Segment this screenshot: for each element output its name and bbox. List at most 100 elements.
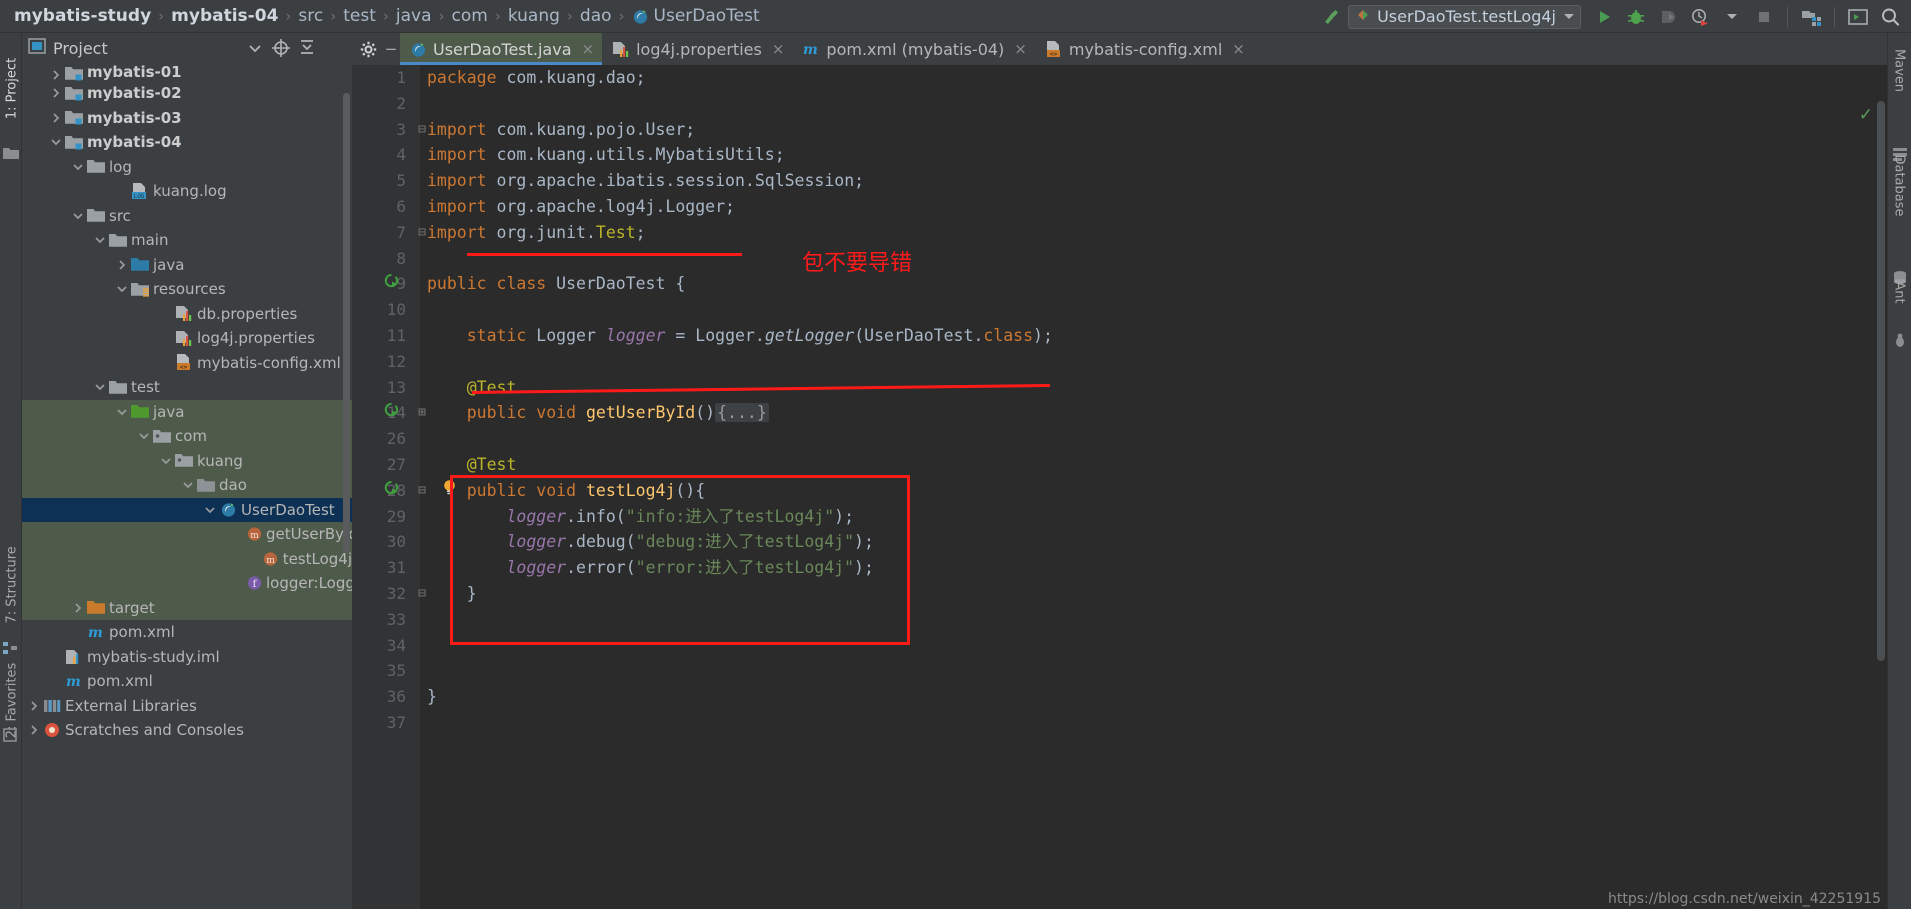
chevron-down-icon[interactable] — [70, 210, 86, 222]
breadcrumb-item-com[interactable]: com — [446, 6, 494, 26]
breadcrumb-item-mybatis-04[interactable]: mybatis-04 — [165, 6, 284, 26]
tree-item-resources[interactable]: resources — [22, 277, 352, 302]
chevron-right-icon[interactable] — [70, 602, 86, 614]
collapse-all-button[interactable] — [294, 36, 320, 60]
tree-item-java[interactable]: java — [22, 399, 352, 424]
chevron-right-icon[interactable] — [48, 112, 64, 124]
chevron-right-icon[interactable] — [26, 724, 42, 736]
tree-item-kuang-log[interactable]: LOG kuang.log — [22, 179, 352, 204]
editor-scrollbar-thumb[interactable] — [1877, 101, 1885, 661]
project-tree-scrollbar[interactable] — [343, 93, 350, 553]
tree-item-mybatis-01[interactable]: mybatis-01 — [22, 63, 352, 81]
stop-button[interactable] — [1749, 4, 1779, 30]
breadcrumb-item-kuang[interactable]: kuang — [502, 6, 566, 26]
project-tree[interactable]: mybatis-01 mybatis-02 mybatis-03 mybatis-04… — [22, 63, 352, 909]
code-line[interactable]: 36} — [352, 684, 1887, 710]
tree-item-java[interactable]: java — [22, 253, 352, 278]
tree-item-main[interactable]: main — [22, 228, 352, 253]
search-everywhere-button[interactable] — [1875, 4, 1905, 30]
chevron-down-icon[interactable] — [202, 504, 218, 516]
tree-item-mybatis-study-iml[interactable]: mybatis-study.iml — [22, 645, 352, 670]
inspection-status-icon[interactable]: ✓ — [1859, 105, 1873, 125]
tool-window-maven[interactable]: Maven — [1892, 31, 1907, 111]
editor-tab-pom-xml-mybatis-04-[interactable]: m pom.xml (mybatis-04) × — [792, 33, 1034, 65]
debug-button[interactable] — [1621, 4, 1651, 30]
run-with-coverage-button[interactable] — [1653, 4, 1683, 30]
tool-window-project[interactable]: 1: Project — [5, 51, 20, 127]
tool-window-ant[interactable]: Ant — [1892, 253, 1907, 333]
chevron-right-icon[interactable] — [48, 87, 64, 99]
build-project-button[interactable] — [1316, 4, 1346, 30]
chevron-down-icon[interactable] — [48, 136, 64, 148]
code-line[interactable]: 11 static Logger logger = Logger.getLogg… — [352, 323, 1887, 349]
code-line[interactable]: 14 ⊞ public void getUserById() {...} — [352, 400, 1887, 426]
breadcrumb-item-dao[interactable]: dao — [574, 6, 618, 26]
chevron-down-icon[interactable] — [1564, 14, 1574, 19]
close-icon[interactable]: × — [772, 40, 785, 58]
project-structure-button[interactable] — [1796, 4, 1826, 30]
run-button[interactable] — [1589, 4, 1619, 30]
code-line[interactable]: 13 @Test — [352, 375, 1887, 401]
close-icon[interactable]: × — [1232, 40, 1245, 58]
tree-item-mybatis-04[interactable]: mybatis-04 — [22, 130, 352, 155]
project-view-dropdown-button[interactable] — [242, 36, 268, 60]
breadcrumb-item-java[interactable]: java — [390, 6, 438, 26]
chevron-right-icon[interactable] — [48, 69, 64, 81]
code-line[interactable]: 27 @Test — [352, 452, 1887, 478]
editor-scrollbar[interactable] — [1875, 97, 1887, 909]
code-line[interactable]: 7 ⊟ import org.junit.Test; — [352, 220, 1887, 246]
code-line[interactable]: 5 import org.apache.ibatis.session.SqlSes… — [352, 168, 1887, 194]
terminal-button[interactable] — [1843, 4, 1873, 30]
code-line[interactable]: 12 — [352, 349, 1887, 375]
tree-item-testlog4j[interactable]: m testLog4j — [22, 546, 352, 571]
tree-item-mybatis-02[interactable]: mybatis-02 — [22, 81, 352, 106]
code-line[interactable]: 3 ⊟ import com.kuang.pojo.User; — [352, 117, 1887, 143]
code-line[interactable]: 2 — [352, 91, 1887, 117]
tree-item-target[interactable]: target — [22, 595, 352, 620]
tree-item-src[interactable]: src — [22, 204, 352, 229]
chevron-right-icon[interactable] — [114, 259, 130, 271]
breadcrumb-item-userdaotest[interactable]: UserDaoTest — [626, 6, 766, 26]
close-icon[interactable]: × — [582, 40, 595, 58]
scroll-from-source-button[interactable] — [268, 36, 294, 60]
gutter-run-icon[interactable] — [382, 271, 400, 297]
code-line[interactable]: 4 import com.kuang.utils.MybatisUtils; — [352, 142, 1887, 168]
settings-gear-icon[interactable] — [354, 34, 382, 64]
chevron-down-icon[interactable] — [92, 381, 108, 393]
chevron-right-icon[interactable] — [26, 700, 42, 712]
tree-item-log[interactable]: log — [22, 155, 352, 180]
tree-item-userdaotest[interactable]: UserDaoTest — [22, 497, 352, 522]
code-line[interactable]: 10 — [352, 297, 1887, 323]
gutter-run-icon[interactable] — [382, 478, 400, 504]
tree-item-kuang[interactable]: kuang — [22, 448, 352, 473]
chevron-down-icon[interactable] — [136, 430, 152, 442]
breadcrumb-item-mybatis-study[interactable]: mybatis-study — [8, 6, 157, 26]
breadcrumb-item-test[interactable]: test — [337, 6, 382, 26]
code-line[interactable]: 8 — [352, 246, 1887, 272]
code-editor[interactable]: 1 package com.kuang.dao; 2 3 ⊟ import com.kua… — [352, 65, 1887, 909]
editor-tab-log4j-properties[interactable]: log4j.properties × — [602, 33, 792, 65]
run-configuration-selector[interactable]: UserDaoTest.testLog4j — [1348, 4, 1581, 29]
tree-item-dao[interactable]: dao — [22, 473, 352, 498]
tree-item-pom-xml[interactable]: m pom.xml — [22, 620, 352, 645]
chevron-down-icon[interactable] — [70, 161, 86, 173]
code-line[interactable]: 1 package com.kuang.dao; — [352, 65, 1887, 91]
chevron-down-icon[interactable] — [114, 406, 130, 418]
tree-item-logger-logger[interactable]: flogger:Logger — [22, 571, 352, 596]
tree-item-db-properties[interactable]: db.properties — [22, 302, 352, 327]
code-line[interactable]: 35 — [352, 658, 1887, 684]
tree-item-log4j-properties[interactable]: log4j.properties — [22, 326, 352, 351]
code-line[interactable]: 9 public class UserDaoTest { — [352, 271, 1887, 297]
tree-item-external-libraries[interactable]: External Libraries — [22, 694, 352, 719]
tree-item-getuserbyid[interactable]: m getUserById — [22, 522, 352, 547]
tool-window-database[interactable]: Database — [1892, 146, 1907, 226]
chevron-down-icon[interactable] — [114, 283, 130, 295]
chevron-down-icon[interactable] — [180, 479, 196, 491]
gutter-run-icon[interactable] — [382, 400, 400, 426]
profile-dropdown-button[interactable] — [1717, 4, 1747, 30]
code-line[interactable]: 6 import org.apache.log4j.Logger; — [352, 194, 1887, 220]
profile-button[interactable] — [1685, 4, 1715, 30]
tree-item-mybatis-03[interactable]: mybatis-03 — [22, 106, 352, 131]
code-line[interactable]: 37 — [352, 710, 1887, 736]
tree-item-pom-xml[interactable]: m pom.xml — [22, 669, 352, 694]
